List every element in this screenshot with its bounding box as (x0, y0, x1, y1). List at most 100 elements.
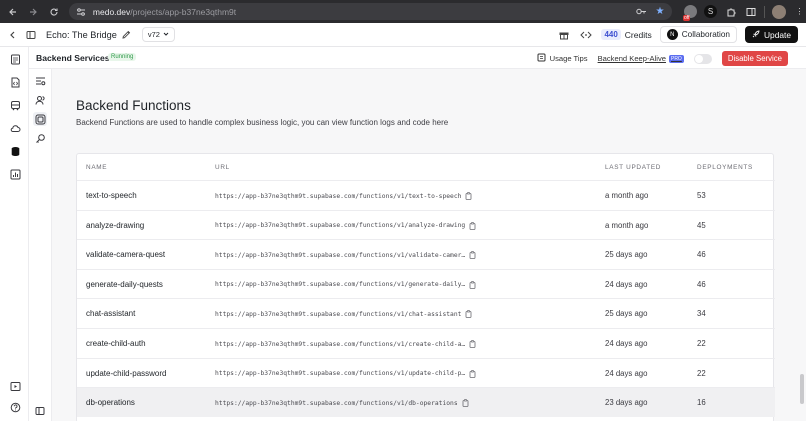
collaboration-label: Collaboration (681, 30, 730, 39)
function-name: create-child-auth (86, 339, 146, 348)
sidebar-panel-icon[interactable] (744, 5, 757, 18)
main-content: Backend Functions Backend Functions are … (52, 69, 806, 421)
book-icon (537, 53, 546, 64)
bus-icon[interactable] (8, 98, 22, 112)
database-icon[interactable] (8, 144, 22, 158)
usage-tips-button[interactable]: Usage Tips (537, 53, 588, 64)
usage-tips-label: Usage Tips (549, 54, 588, 63)
users-icon[interactable] (33, 93, 47, 107)
project-title: Echo: The Bridge (46, 29, 117, 40)
column-header-deployments: DEPLOYMENTS (697, 164, 753, 171)
collapse-panel-icon[interactable] (33, 404, 47, 418)
last-updated: a month ago (605, 191, 649, 200)
keep-alive-label: Backend Keep-Alive (597, 54, 666, 63)
status-badge: Running (108, 53, 137, 61)
function-url: https://app-b37ne3qthm9t.supabase.com/fu… (215, 340, 476, 348)
sidebar-toggle-icon[interactable] (24, 28, 38, 42)
pro-badge: PRO (668, 54, 684, 63)
deployments-count: 45 (697, 220, 706, 230)
copy-icon[interactable] (469, 221, 476, 230)
collaboration-button[interactable]: N Collaboration (659, 26, 737, 43)
key-icon[interactable] (635, 5, 647, 17)
credits-display[interactable]: 440 Credits (601, 29, 652, 40)
table-row[interactable]: text-to-speech https://app-b37ne3qthm9t.… (77, 180, 775, 210)
url-text: https://app-b37ne3qthm9t.supabase.com/fu… (215, 310, 462, 318)
forward-arrow-icon[interactable] (26, 4, 42, 20)
function-url: https://app-b37ne3qthm9t.supabase.com/fu… (215, 192, 472, 200)
service-title: Backend Services (36, 53, 110, 63)
table-row[interactable]: analyze-drawing https://app-b37ne3qthm9t… (77, 209, 775, 240)
chevron-left-icon[interactable] (6, 28, 20, 42)
function-url: https://app-b37ne3qthm9t.supabase.com/fu… (215, 399, 469, 408)
copy-icon[interactable] (465, 192, 472, 200)
function-url: https://app-b37ne3qthm9t.supabase.com/fu… (215, 251, 476, 260)
code-toggle-icon[interactable] (579, 28, 593, 42)
cloud-icon[interactable] (8, 121, 22, 135)
last-updated: 24 days ago (605, 339, 648, 348)
gift-icon[interactable] (557, 28, 571, 42)
browser-menu-icon[interactable]: ⋮ (793, 5, 806, 18)
copy-icon[interactable] (465, 310, 472, 319)
copy-icon[interactable] (469, 251, 476, 260)
key-search-icon[interactable] (33, 131, 47, 145)
table-row[interactable]: create-child-auth https://app-b37ne3qthm… (77, 328, 775, 358)
list-settings-icon[interactable] (33, 74, 47, 88)
play-video-icon[interactable] (8, 379, 22, 393)
edit-pencil-icon[interactable] (120, 28, 134, 42)
deployments-count: 34 (697, 309, 706, 319)
url-text: https://app-b37ne3qthm9t.supabase.com/fu… (215, 340, 466, 348)
browser-toolbar: medo.dev/projects/app-b37ne3qthm9t ★ off… (0, 0, 806, 23)
version-select[interactable]: v72 (141, 27, 175, 42)
document-icon[interactable] (8, 52, 22, 66)
url-text: https://app-b37ne3qthm9t.supabase.com/fu… (215, 399, 458, 407)
last-updated: 24 days ago (605, 279, 648, 289)
table-row[interactable]: generate-daily-quests https://app-b37ne3… (77, 268, 775, 299)
bookmark-star-icon[interactable]: ★ (654, 5, 666, 17)
function-name: analyze-drawing (86, 220, 145, 230)
copy-icon[interactable] (469, 369, 476, 378)
url-text: https://app-b37ne3qthm9t.supabase.com/fu… (215, 251, 466, 259)
function-url: https://app-b37ne3qthm9t.supabase.com/fu… (215, 221, 476, 230)
extension-icon[interactable]: off (683, 5, 698, 21)
scrollbar[interactable] (800, 374, 804, 404)
site-settings-icon[interactable] (75, 6, 87, 18)
page-title: Backend Functions (76, 98, 191, 113)
analytics-chart-icon[interactable] (8, 167, 22, 181)
last-updated: 25 days ago (605, 250, 648, 260)
keep-alive-toggle[interactable] (693, 53, 712, 64)
table-row[interactable]: update-child-password https://app-b37ne3… (77, 357, 775, 388)
table-row[interactable]: db-operations https://app-b37ne3qthm9t.s… (77, 387, 775, 417)
reload-icon[interactable] (46, 4, 62, 20)
deployments-count: 22 (697, 339, 706, 348)
table-row[interactable]: chat-assistant https://app-b37ne3qthm9t.… (77, 298, 775, 328)
column-header-url: URL (215, 164, 230, 171)
extensions-puzzle-icon[interactable] (724, 5, 737, 18)
function-name: validate-camera-quest (86, 250, 166, 260)
update-label: Update (763, 29, 791, 40)
help-question-icon[interactable] (8, 400, 22, 414)
table-row[interactable]: validate-camera-quest https://app-b37ne3… (77, 239, 775, 269)
keep-alive-link[interactable]: Backend Keep-Alive PRO (598, 54, 684, 63)
copy-icon[interactable] (469, 281, 476, 289)
functions-icon[interactable] (33, 112, 47, 126)
copy-icon[interactable] (462, 399, 469, 408)
collaboration-avatar-icon: N (666, 29, 678, 40)
url-text: https://app-b37ne3qthm9t.supabase.com/fu… (215, 222, 466, 230)
update-button[interactable]: Update (744, 26, 798, 43)
address-bar[interactable]: medo.dev/projects/app-b37ne3qthm9t ★ (68, 3, 673, 20)
file-code-icon[interactable] (8, 75, 22, 89)
back-arrow-icon[interactable] (5, 4, 21, 20)
column-header-last-updated: LAST UPDATED (605, 164, 662, 171)
function-url: https://app-b37ne3qthm9t.supabase.com/fu… (215, 310, 472, 319)
function-name: update-child-password (86, 368, 167, 378)
primary-sidebar (0, 47, 29, 421)
disable-service-button[interactable]: Disable Service (721, 51, 788, 66)
copy-icon[interactable] (469, 340, 476, 348)
chevron-down-icon (163, 30, 169, 39)
app-header: Echo: The Bridge v72 440 Credits N Colla… (0, 23, 806, 47)
deployments-count: 53 (697, 191, 706, 200)
function-name: text-to-speech (86, 191, 137, 200)
extension-s-icon[interactable]: S (704, 5, 718, 18)
profile-avatar[interactable] (772, 4, 787, 19)
credits-label: Credits (624, 29, 652, 40)
